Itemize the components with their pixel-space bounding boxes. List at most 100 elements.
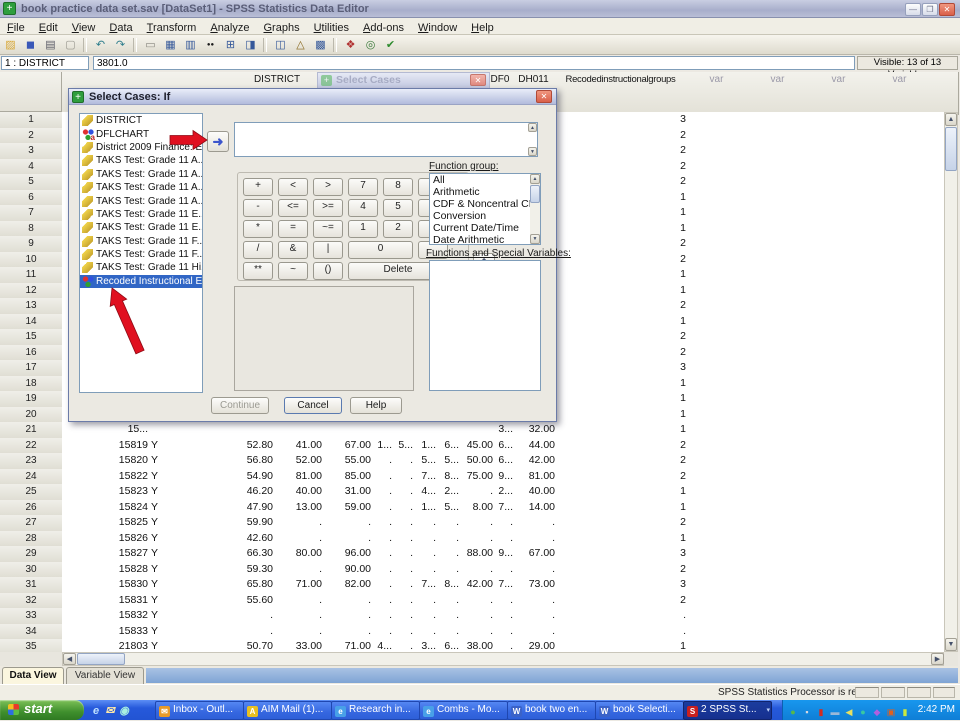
empty-cell[interactable] <box>686 236 748 253</box>
data-cell[interactable]: 81.00 <box>273 468 326 485</box>
empty-cell[interactable] <box>747 515 809 532</box>
empty-cell[interactable] <box>808 468 870 485</box>
keypad-~[interactable]: ~ <box>278 262 308 280</box>
data-cell[interactable]: 15820 <box>62 453 152 470</box>
row-header[interactable]: 5 <box>0 174 63 191</box>
empty-cell[interactable] <box>686 422 748 439</box>
keypad-/[interactable]: / <box>243 241 273 259</box>
task-book-two[interactable]: Wbook two en... <box>507 701 596 720</box>
task-aim-mail[interactable]: A AIM Mail (1)... <box>243 701 332 720</box>
data-cell[interactable]: 59.30 <box>237 561 277 578</box>
variable-item[interactable]: TAKS Test: Grade 11 Hi... <box>80 261 202 274</box>
data-cell[interactable]: . <box>513 515 559 532</box>
empty-cell[interactable] <box>808 577 870 594</box>
recoded-cell[interactable]: 2 <box>555 143 697 160</box>
keypad-|[interactable]: | <box>313 241 343 259</box>
data-cell[interactable]: . <box>322 530 375 547</box>
transfer-arrow-button[interactable]: ➜ <box>207 131 229 152</box>
row-header[interactable]: 3 <box>0 143 63 160</box>
variables-icon[interactable]: ▥ <box>181 37 200 53</box>
data-cell[interactable]: 15... <box>62 422 152 439</box>
goto-case-icon[interactable]: ▦ <box>161 37 180 53</box>
recoded-cell[interactable]: 1 <box>555 375 697 392</box>
empty-cell[interactable] <box>869 592 931 609</box>
empty-cell[interactable] <box>747 313 809 330</box>
continue-button[interactable]: Continue <box>211 397 269 414</box>
empty-cell[interactable] <box>686 608 748 625</box>
menu-utilities[interactable]: Utilities <box>307 20 356 35</box>
empty-cell[interactable] <box>686 360 748 377</box>
row-header[interactable]: 27 <box>0 515 63 532</box>
empty-cell[interactable] <box>686 282 748 299</box>
data-cell[interactable]: Y <box>148 468 241 485</box>
empty-cell[interactable] <box>869 313 931 330</box>
empty-cell[interactable] <box>686 484 748 501</box>
row-header[interactable]: 26 <box>0 499 63 516</box>
data-cell[interactable]: . <box>513 530 559 547</box>
split-file-icon[interactable]: ◫ <box>271 37 290 53</box>
empty-cell[interactable] <box>930 391 945 408</box>
empty-cell[interactable] <box>930 127 945 144</box>
data-cell[interactable]: . <box>237 608 277 625</box>
empty-cell[interactable] <box>747 360 809 377</box>
tray-icon-usb[interactable]: ▮ <box>899 706 911 718</box>
empty-cell[interactable] <box>747 623 809 640</box>
column-header-var[interactable]: var <box>808 72 870 115</box>
data-cell[interactable]: 47.90 <box>237 499 277 516</box>
empty-cell[interactable] <box>747 608 809 625</box>
empty-cell[interactable] <box>869 267 931 284</box>
empty-cell[interactable] <box>686 623 748 640</box>
empty-cell[interactable] <box>747 344 809 361</box>
function-group-item[interactable]: Current Date/Time <box>430 222 540 234</box>
insert-variable-icon[interactable]: ◨ <box>241 37 260 53</box>
empty-cell[interactable] <box>930 437 945 454</box>
tray-icon-ati[interactable]: ▮ <box>815 706 827 718</box>
variable-item[interactable]: TAKS Test: Grade 11 A... <box>80 181 202 194</box>
empty-cell[interactable] <box>869 205 931 222</box>
empty-cell[interactable] <box>808 375 870 392</box>
recoded-cell[interactable]: 1 <box>555 282 697 299</box>
data-cell[interactable]: 15833 <box>62 623 152 640</box>
data-cell[interactable]: 71.00 <box>273 577 326 594</box>
empty-cell[interactable] <box>747 577 809 594</box>
empty-cell[interactable] <box>808 267 870 284</box>
data-cell[interactable]: 45.00 <box>459 437 497 454</box>
empty-cell[interactable] <box>930 158 945 175</box>
row-header[interactable]: 14 <box>0 313 63 330</box>
column-header-blank[interactable] <box>930 72 959 115</box>
empty-cell[interactable] <box>930 360 945 377</box>
recoded-cell[interactable]: 1 <box>555 205 697 222</box>
start-button[interactable]: start <box>0 700 84 720</box>
recoded-cell[interactable]: 2 <box>555 251 697 268</box>
keypad-5[interactable]: 5 <box>383 199 413 217</box>
print-icon[interactable]: ▤ <box>41 37 60 53</box>
expression-input[interactable] <box>234 122 538 157</box>
data-cell[interactable]: . <box>237 623 277 640</box>
empty-cell[interactable] <box>930 453 945 470</box>
data-cell[interactable]: 40.00 <box>273 484 326 501</box>
empty-cell[interactable] <box>808 530 870 547</box>
recoded-cell[interactable]: 2 <box>555 561 697 578</box>
data-cell[interactable]: . <box>513 623 559 640</box>
data-cell[interactable]: 54.90 <box>237 468 277 485</box>
empty-cell[interactable] <box>930 220 945 237</box>
row-header[interactable]: 2 <box>0 127 63 144</box>
empty-cell[interactable] <box>747 236 809 253</box>
row-header[interactable]: 4 <box>0 158 63 175</box>
data-cell[interactable]: Y <box>148 437 241 454</box>
empty-cell[interactable] <box>686 546 748 563</box>
empty-cell[interactable] <box>930 267 945 284</box>
function-group-item[interactable]: Arithmetic <box>430 186 540 198</box>
column-header-var[interactable]: var <box>869 72 931 115</box>
empty-cell[interactable] <box>869 143 931 160</box>
row-header[interactable]: 10 <box>0 251 63 268</box>
menu-transform[interactable]: Transform <box>140 20 204 35</box>
empty-cell[interactable] <box>747 282 809 299</box>
empty-cell[interactable] <box>808 422 870 439</box>
recoded-cell[interactable]: 2 <box>555 515 697 532</box>
empty-cell[interactable] <box>869 344 931 361</box>
empty-cell[interactable] <box>808 313 870 330</box>
data-cell[interactable]: 15825 <box>62 515 152 532</box>
row-header[interactable]: 34 <box>0 623 63 640</box>
scroll-up-icon[interactable]: ▲ <box>945 113 957 126</box>
